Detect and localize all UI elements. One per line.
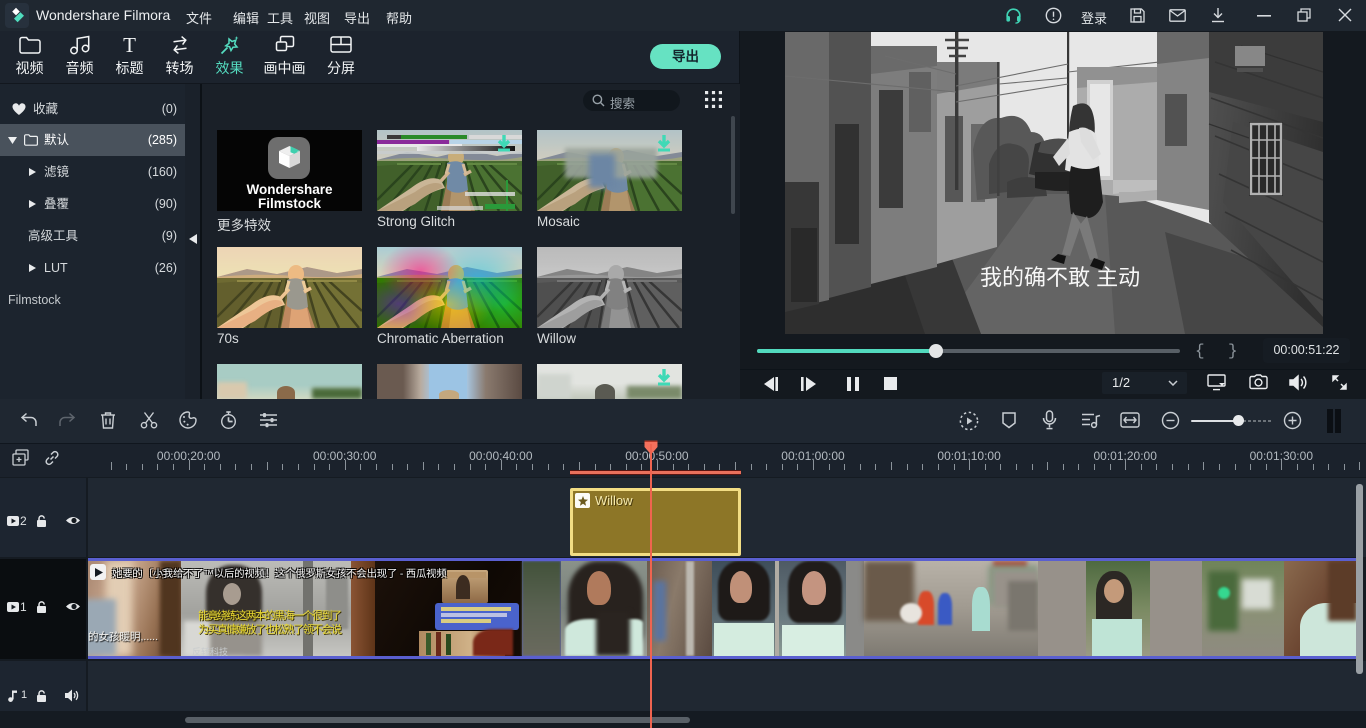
svg-text:我的确不敢 主动: 我的确不敢 主动: [980, 265, 1140, 290]
